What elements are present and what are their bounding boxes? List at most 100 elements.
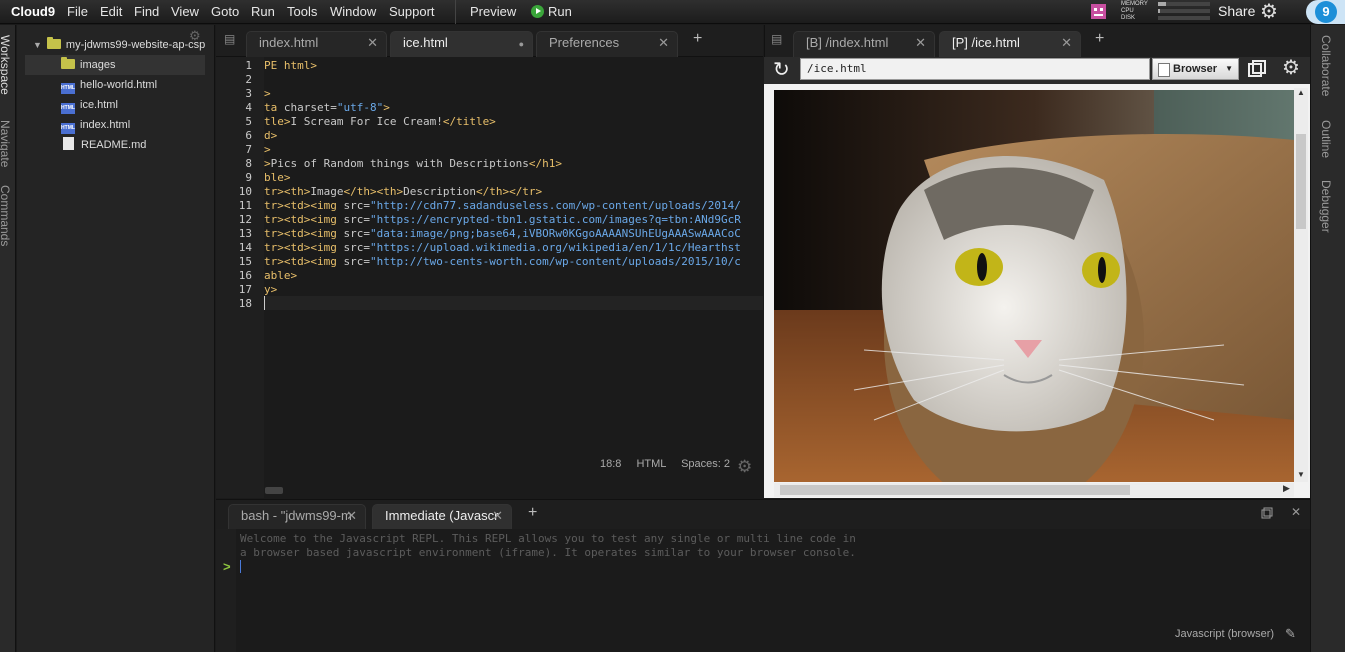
code-line: > (264, 87, 271, 100)
close-icon[interactable]: ✕ (915, 32, 926, 54)
resource-meters: MEMORY CPU DISK (1121, 1, 1148, 22)
cloud-badge-count: 9 (1315, 1, 1337, 23)
share-button[interactable]: Share (1218, 3, 1255, 19)
tree-root[interactable]: ▼ my-jdwms99-website-ap-csp (33, 36, 205, 54)
menu-tools[interactable]: Tools (287, 4, 317, 19)
scroll-thumb[interactable] (1296, 134, 1306, 229)
url-field[interactable]: /ice.html (800, 58, 1150, 80)
folder-icon (61, 57, 75, 69)
menu-window[interactable]: Window (330, 4, 376, 19)
code-editor[interactable]: PE html> > ta charset="utf-8"> tle>I Scream… (264, 57, 763, 498)
code-line: ta charset="utf-8"> (264, 101, 390, 114)
close-panel-icon[interactable]: ✕ (1291, 505, 1301, 519)
menu-support[interactable]: Support (389, 4, 435, 19)
code-line: tr><td><img src="https://encrypted-tbn1.… (264, 213, 741, 226)
line-number: 8 (245, 157, 252, 170)
popout-window-icon[interactable] (1248, 60, 1266, 78)
preview-settings-gear-icon[interactable]: ⚙ (1282, 58, 1300, 78)
preview-vertical-scrollbar[interactable]: ▲ ▼ (1294, 88, 1308, 482)
scroll-right-icon[interactable]: ▶ (1283, 483, 1290, 494)
scroll-up-icon[interactable]: ▲ (1297, 88, 1305, 97)
tree-item-readme[interactable]: README.md (61, 136, 146, 154)
code-line: PE html> (264, 59, 317, 72)
cloud9-badge[interactable]: 9 (1306, 0, 1345, 24)
close-icon[interactable]: ✕ (346, 505, 357, 527)
tree-item-images[interactable]: images (61, 56, 115, 74)
panel-tab-debugger[interactable]: Debugger (1319, 180, 1333, 233)
tab-bash-terminal[interactable]: bash - "jdwms99-m ✕ (228, 504, 366, 530)
indent-setting[interactable]: Spaces: 2 (681, 458, 730, 470)
menu-file[interactable]: File (67, 4, 88, 19)
menu-goto[interactable]: Goto (211, 4, 239, 19)
repl-mode-label[interactable]: Javascript (browser) (1175, 628, 1274, 640)
preview-button[interactable]: Preview (470, 4, 516, 19)
meter-bars (1158, 2, 1210, 23)
panel-tab-workspace[interactable]: Workspace (0, 35, 12, 95)
tab-menu-icon[interactable]: ▤ (224, 32, 235, 46)
settings-gear-icon[interactable]: ⚙ (1260, 2, 1278, 22)
code-line: tr><th>Image</th><th>Description</th></t… (264, 185, 543, 198)
tab-browser-index[interactable]: [B] /index.html ✕ (793, 31, 935, 57)
html-file-icon: HTML (61, 123, 75, 134)
scroll-thumb[interactable] (780, 485, 1130, 495)
tab-immediate-repl[interactable]: Immediate (Javascr ✕ (372, 504, 512, 530)
line-number: 6 (245, 129, 252, 142)
tab-preferences[interactable]: Preferences ✕ (536, 31, 678, 57)
right-panel-bar: Collaborate Outline Debugger (1310, 25, 1345, 652)
tree-item-ice[interactable]: HTML ice.html (61, 96, 118, 114)
tab-label: Immediate (Javascr (385, 508, 499, 523)
tree-item-label: ice.html (80, 99, 118, 111)
code-line: tr><td><img src="http://cdn77.sadandusel… (264, 199, 741, 212)
syntax-mode[interactable]: HTML (636, 458, 666, 470)
new-tab-plus-icon[interactable]: + (1095, 30, 1104, 48)
code-line: able> (264, 269, 298, 282)
html-file-icon: HTML (61, 83, 75, 94)
menu-edit[interactable]: Edit (100, 4, 122, 19)
run-button[interactable]: Run (531, 4, 572, 19)
tree-item-index[interactable]: HTML index.html (61, 116, 130, 134)
tree-item-hello-world[interactable]: HTML hello-world.html (61, 76, 157, 94)
code-line: tr><td><img src="data:image/png;base64,i… (264, 227, 741, 240)
close-icon[interactable]: ✕ (492, 505, 503, 527)
menu-bar: Cloud9 File Edit Find View Goto Run Tool… (0, 0, 1345, 24)
tab-preview-ice[interactable]: [P] /ice.html ✕ (939, 31, 1081, 57)
avatar-icon[interactable] (1091, 4, 1106, 19)
tree-item-label: hello-world.html (80, 79, 158, 91)
menu-run[interactable]: Run (251, 4, 275, 19)
repl-cursor (240, 560, 241, 573)
clear-broom-icon[interactable]: ✎ (1285, 626, 1296, 642)
tab-menu-icon[interactable]: ▤ (771, 32, 782, 46)
text-file-icon (63, 137, 74, 150)
preview-horizontal-scrollbar[interactable]: ▶ (774, 483, 1294, 497)
new-tab-plus-icon[interactable]: + (693, 30, 702, 48)
horizontal-scroll-thumb[interactable] (265, 487, 283, 494)
modified-dot-icon[interactable]: ● (519, 33, 524, 55)
browser-dropdown[interactable]: Browser ▼ (1152, 58, 1239, 80)
panel-tab-navigate[interactable]: Navigate (0, 120, 12, 167)
line-number: 11 (238, 199, 252, 212)
chevron-down-icon: ▼ (1225, 64, 1233, 73)
panel-tab-outline[interactable]: Outline (1319, 120, 1333, 158)
close-icon[interactable]: ✕ (1061, 32, 1072, 54)
line-number: 5 (245, 115, 252, 128)
close-icon[interactable]: ✕ (658, 32, 669, 54)
app-logo[interactable]: Cloud9 (11, 4, 55, 19)
menu-view[interactable]: View (171, 4, 199, 19)
maximize-icon[interactable] (1261, 507, 1273, 519)
tab-ice-html[interactable]: ice.html ● (390, 31, 533, 57)
refresh-icon[interactable]: ↻ (773, 57, 790, 82)
console-tab-bar: bash - "jdwms99-m ✕ Immediate (Javascr ✕ +… (216, 499, 1310, 530)
editor-status-bar: 18:8 HTML Spaces: 2 (600, 458, 730, 470)
scroll-down-icon[interactable]: ▼ (1297, 470, 1305, 479)
new-tab-plus-icon[interactable]: + (528, 504, 537, 522)
panel-tab-collaborate[interactable]: Collaborate (1319, 35, 1333, 96)
line-number: 15 (238, 255, 252, 268)
console-gutter (216, 529, 236, 652)
close-icon[interactable]: ✕ (367, 32, 378, 54)
tab-index-html[interactable]: index.html ✕ (246, 31, 387, 57)
panel-tab-commands[interactable]: Commands (0, 185, 12, 246)
menu-find[interactable]: Find (134, 4, 159, 19)
editor-settings-gear-icon[interactable]: ⚙ (737, 457, 752, 477)
code-line: y> (264, 283, 278, 296)
line-number: 16 (238, 269, 252, 282)
